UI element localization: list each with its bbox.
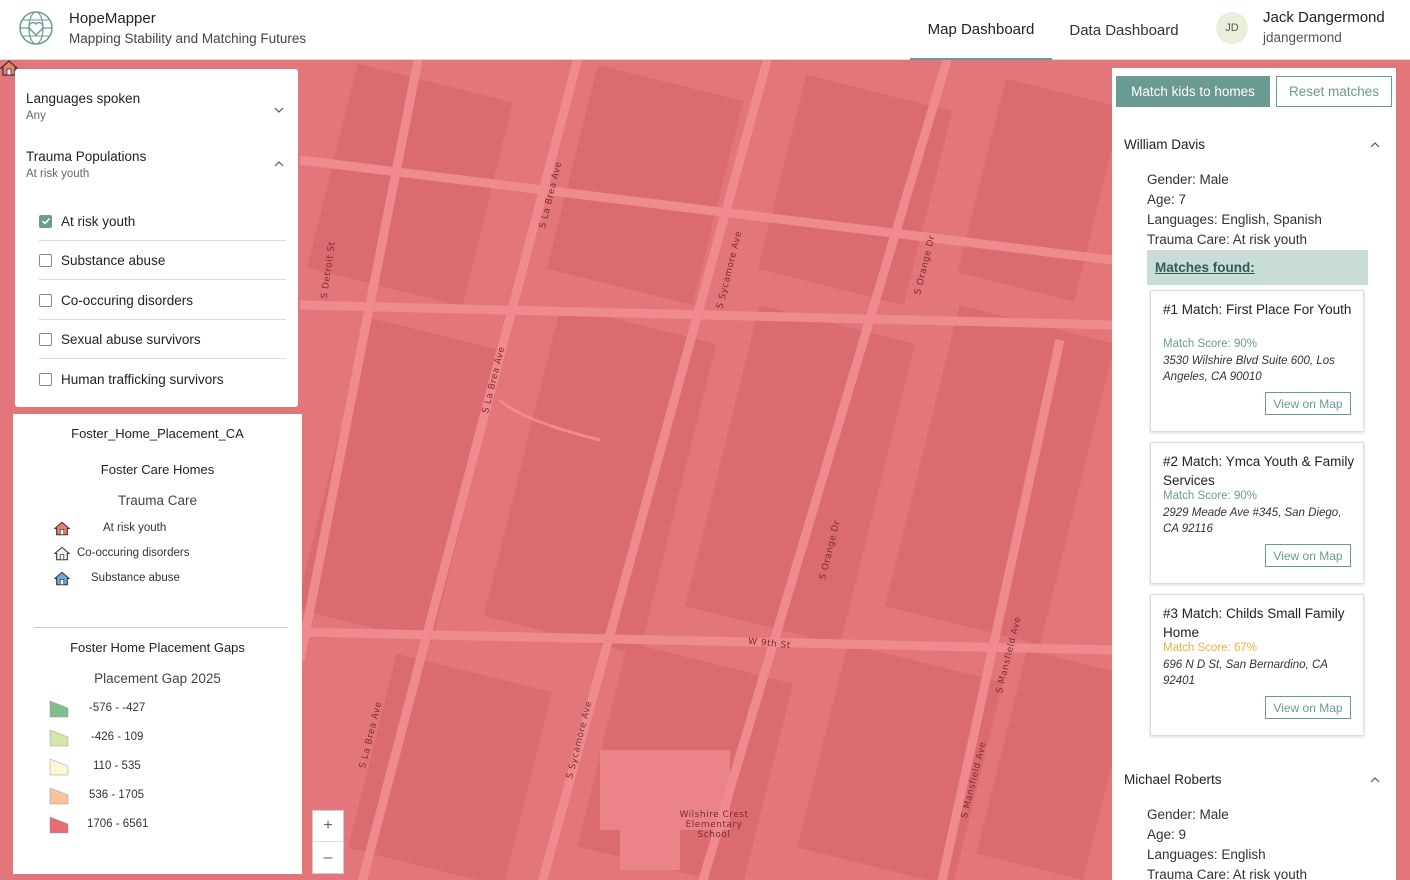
match-title: #3 Match: Childs Small Family Home bbox=[1163, 606, 1345, 640]
zoom-out-button[interactable]: – bbox=[313, 842, 343, 873]
chevron-down-icon[interactable] bbox=[274, 105, 284, 115]
app-header: HopeMapper Mapping Stability and Matchin… bbox=[0, 0, 1410, 60]
languages-filter-title: Languages spoken bbox=[26, 91, 141, 106]
checkbox-checked-icon[interactable] bbox=[39, 214, 52, 228]
trauma-option-label: Substance abuse bbox=[61, 252, 166, 268]
home-co-occuring-icon bbox=[54, 546, 70, 561]
kid-name[interactable]: Michael Roberts bbox=[1124, 772, 1222, 787]
match-address: 3530 Wilshire Blvd Suite 600, Los Angele… bbox=[1163, 355, 1335, 383]
trauma-option-co-occuring-disorders[interactable]: Co-occuring disorders bbox=[39, 281, 286, 320]
match-address: 696 N D St, San Bernardino, CA 92401 bbox=[1163, 659, 1328, 687]
home-substance-abuse-icon bbox=[54, 571, 70, 586]
checkbox-icon[interactable] bbox=[39, 253, 52, 267]
kid-age: Age: 7 bbox=[1147, 192, 1187, 207]
legend-panel: Foster_Home_Placement_CA Foster Care Hom… bbox=[13, 414, 302, 874]
kid-languages: Languages: English, Spanish bbox=[1147, 212, 1322, 227]
zoom-controls: + – bbox=[312, 810, 344, 874]
chevron-up-icon[interactable] bbox=[1370, 140, 1380, 150]
app-title: HopeMapper bbox=[69, 10, 156, 27]
trauma-option-human-trafficking-survivors[interactable]: Human trafficking survivors bbox=[39, 360, 286, 399]
legend-layer-title: Foster_Home_Placement_CA bbox=[71, 426, 244, 441]
legend-gap-label: 110 - 535 bbox=[93, 760, 141, 772]
kid-name[interactable]: William Davis bbox=[1124, 137, 1205, 152]
checkbox-icon[interactable] bbox=[39, 373, 52, 386]
chevron-up-icon[interactable] bbox=[274, 159, 284, 169]
trauma-option-label: Co-occuring disorders bbox=[61, 292, 194, 308]
kid-trauma: Trauma Care: At risk youth bbox=[1147, 867, 1308, 880]
gap-swatch bbox=[49, 787, 69, 805]
match-score: Match Score: 90% bbox=[1163, 490, 1257, 502]
kid-gender: Gender: Male bbox=[1147, 807, 1229, 822]
zoom-in-button[interactable]: + bbox=[313, 811, 343, 842]
tab-map-dashboard[interactable]: Map Dashboard bbox=[910, 0, 1052, 60]
gap-swatch bbox=[49, 816, 69, 834]
languages-filter-value: Any bbox=[26, 110, 46, 122]
legend-gaps-field: Placement Gap 2025 bbox=[94, 671, 221, 686]
trauma-option-sexual-abuse-survivors[interactable]: Sexual abuse survivors bbox=[39, 320, 286, 359]
poi-label: Wilshire Crest Elementary School bbox=[679, 810, 749, 840]
legend-homes-field: Trauma Care bbox=[117, 493, 198, 508]
gap-swatch bbox=[49, 729, 69, 747]
match-card: #2 Match: Ymca Youth & Family Services M… bbox=[1150, 442, 1364, 584]
trauma-filter-title: Trauma Populations bbox=[26, 149, 147, 164]
legend-homes-label: At risk youth bbox=[103, 522, 167, 534]
gap-swatch bbox=[49, 700, 69, 718]
matches-panel: Match kids to homes Reset matches Willia… bbox=[1112, 68, 1396, 880]
matches-found-header: Matches found: bbox=[1147, 250, 1368, 285]
filter-panel: Languages spoken Any Trauma Populations … bbox=[15, 69, 298, 407]
kid-languages: Languages: English bbox=[1147, 847, 1266, 862]
legend-gap-label: -426 - 109 bbox=[91, 731, 144, 743]
tab-data-dashboard[interactable]: Data Dashboard bbox=[1058, 0, 1190, 60]
user-handle: jdangermond bbox=[1263, 30, 1342, 45]
view-on-map-button[interactable]: View on Map bbox=[1265, 696, 1351, 719]
chevron-up-icon[interactable] bbox=[1370, 775, 1380, 785]
trauma-option-label: At risk youth bbox=[61, 213, 136, 229]
legend-divider bbox=[34, 627, 288, 628]
match-title: #2 Match: Ymca Youth & Family Services bbox=[1163, 454, 1355, 488]
avatar[interactable]: JD bbox=[1216, 12, 1248, 44]
legend-gap-label: -576 - -427 bbox=[89, 702, 146, 714]
legend-gap-label: 536 - 1705 bbox=[89, 789, 144, 801]
legend-homes-label: Co-occuring disorders bbox=[77, 547, 190, 559]
globe-heart-logo-icon[interactable] bbox=[18, 10, 54, 46]
gap-swatch bbox=[49, 758, 69, 776]
user-name: Jack Dangermond bbox=[1263, 9, 1385, 26]
reset-matches-button[interactable]: Reset matches bbox=[1276, 76, 1392, 107]
trauma-filter-value: At risk youth bbox=[26, 168, 90, 180]
legend-homes-title: Foster Care Homes bbox=[100, 462, 215, 477]
legend-gap-label: 1706 - 6561 bbox=[87, 818, 149, 830]
match-kids-button[interactable]: Match kids to homes bbox=[1116, 76, 1270, 107]
legend-homes-label: Substance abuse bbox=[91, 572, 180, 584]
checkbox-icon[interactable] bbox=[39, 332, 52, 346]
trauma-option-label: Human trafficking survivors bbox=[61, 372, 224, 387]
match-card: #3 Match: Childs Small Family Home Match… bbox=[1150, 594, 1364, 736]
checkbox-icon[interactable] bbox=[39, 293, 52, 307]
match-score: Match Score: 90% bbox=[1163, 338, 1257, 350]
kid-age: Age: 9 bbox=[1147, 827, 1187, 842]
kid-gender: Gender: Male bbox=[1147, 172, 1229, 187]
legend-gaps-title: Foster Home Placement Gaps bbox=[70, 640, 245, 655]
trauma-filter[interactable]: Trauma Populations At risk youth bbox=[26, 149, 288, 180]
trauma-option-at-risk-youth[interactable]: At risk youth bbox=[39, 202, 286, 241]
match-address: 2929 Meade Ave #345, San Diego, CA 92116 bbox=[1163, 507, 1342, 535]
home-at-risk-youth-icon bbox=[54, 521, 70, 536]
languages-filter[interactable]: Languages spoken Any bbox=[26, 91, 288, 122]
kid-trauma: Trauma Care: At risk youth bbox=[1147, 232, 1308, 247]
match-card: #1 Match: First Place For Youth Match Sc… bbox=[1150, 290, 1364, 432]
trauma-option-label: Sexual abuse survivors bbox=[61, 331, 201, 347]
app-subtitle: Mapping Stability and Matching Futures bbox=[69, 31, 307, 46]
view-on-map-button[interactable]: View on Map bbox=[1265, 392, 1351, 415]
view-on-map-button[interactable]: View on Map bbox=[1265, 544, 1351, 567]
match-score: Match Score: 67% bbox=[1163, 642, 1257, 654]
trauma-option-substance-abuse[interactable]: Substance abuse bbox=[39, 241, 286, 280]
match-title: #1 Match: First Place For Youth bbox=[1163, 302, 1352, 317]
